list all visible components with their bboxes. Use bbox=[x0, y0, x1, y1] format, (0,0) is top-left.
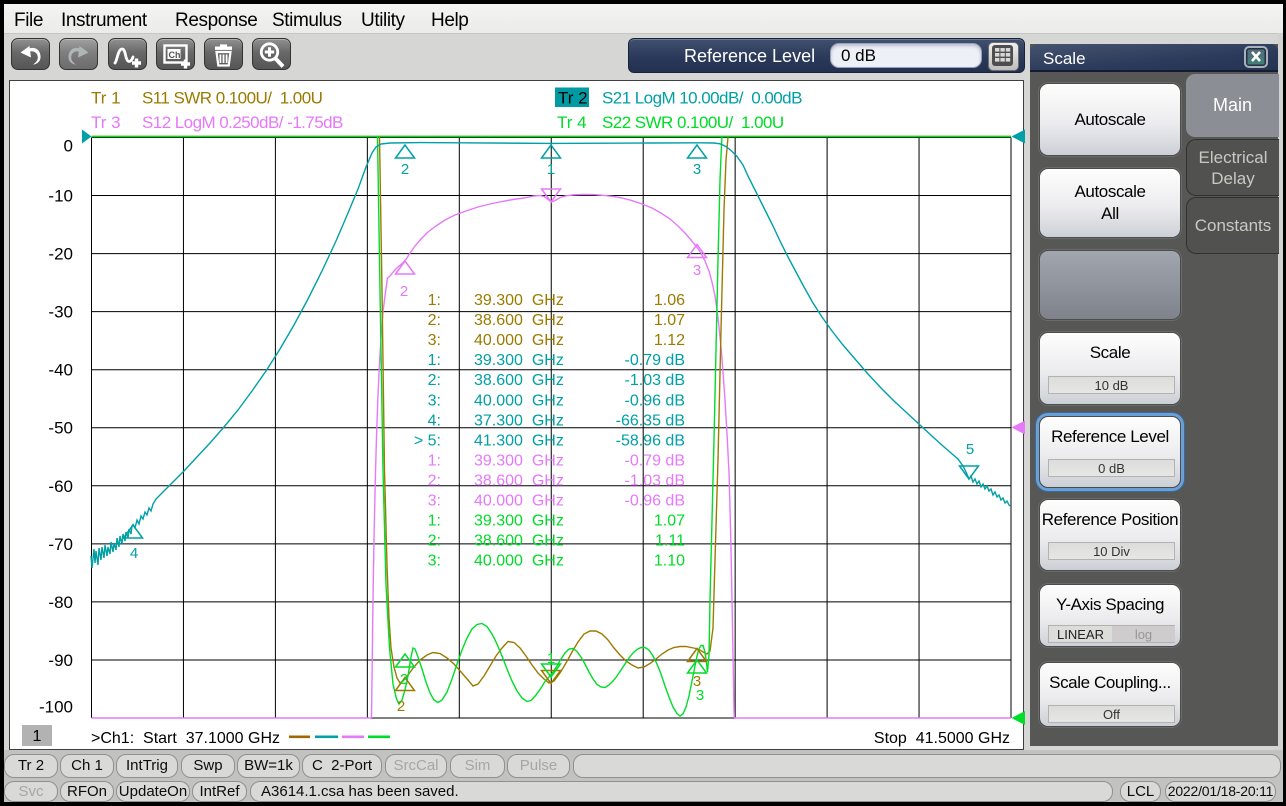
svg-text:37.300 GHz: 37.300 GHz bbox=[474, 412, 564, 429]
svg-text:1: 1 bbox=[547, 161, 555, 178]
svg-text:-40: -40 bbox=[48, 361, 73, 380]
svg-text:3:: 3: bbox=[428, 553, 441, 570]
svg-text:Tr 1: Tr 1 bbox=[91, 89, 121, 108]
svg-text:-100: -100 bbox=[39, 698, 73, 717]
svg-text:3: 3 bbox=[696, 687, 704, 704]
svg-text:2:: 2: bbox=[428, 533, 441, 550]
svg-text:2:: 2: bbox=[428, 372, 441, 389]
svg-text:1:: 1: bbox=[428, 513, 441, 530]
svg-text:38.600 GHz: 38.600 GHz bbox=[474, 473, 564, 490]
svg-text:Tr 4: Tr 4 bbox=[557, 113, 587, 132]
svg-text:2:: 2: bbox=[428, 473, 441, 490]
svg-text:-0.79 dB: -0.79 dB bbox=[625, 452, 685, 469]
svg-text:2: 2 bbox=[400, 283, 408, 300]
svg-text:1.12: 1.12 bbox=[654, 332, 685, 349]
svg-text:3: 3 bbox=[693, 262, 701, 279]
svg-text:0: 0 bbox=[64, 137, 73, 156]
svg-text:3:: 3: bbox=[428, 332, 441, 349]
svg-text:-1.03 dB: -1.03 dB bbox=[625, 473, 685, 490]
svg-text:2:: 2: bbox=[428, 312, 441, 329]
svg-text:-50: -50 bbox=[48, 419, 73, 438]
svg-text:1:: 1: bbox=[428, 352, 441, 369]
svg-text:1.11: 1.11 bbox=[655, 533, 685, 550]
svg-text:> 5:: > 5: bbox=[414, 432, 441, 449]
svg-text:1.07: 1.07 bbox=[654, 513, 685, 530]
svg-text:39.300 GHz: 39.300 GHz bbox=[474, 513, 564, 530]
svg-text:39.300 GHz: 39.300 GHz bbox=[474, 352, 564, 369]
svg-text:39.300 GHz: 39.300 GHz bbox=[474, 452, 564, 469]
svg-text:2: 2 bbox=[397, 698, 405, 715]
svg-text:1: 1 bbox=[33, 728, 42, 745]
svg-text:39.300 GHz: 39.300 GHz bbox=[474, 292, 564, 309]
svg-text:S22 SWR 0.100U/ 1.00U: S22 SWR 0.100U/ 1.00U bbox=[602, 113, 784, 132]
svg-text:4: 4 bbox=[130, 545, 138, 562]
svg-text:-80: -80 bbox=[48, 593, 73, 612]
svg-text:40.000 GHz: 40.000 GHz bbox=[474, 332, 564, 349]
svg-text:38.600 GHz: 38.600 GHz bbox=[474, 372, 564, 389]
svg-text:38.600 GHz: 38.600 GHz bbox=[474, 312, 564, 329]
svg-text:>Ch1: Start 37.1000 GHz: >Ch1: Start 37.1000 GHz bbox=[91, 730, 280, 747]
svg-text:40.000 GHz: 40.000 GHz bbox=[474, 392, 564, 409]
svg-text:3:: 3: bbox=[428, 493, 441, 510]
svg-text:1:: 1: bbox=[428, 292, 441, 309]
svg-text:-58.96 dB: -58.96 dB bbox=[616, 432, 685, 449]
svg-text:S12 LogM 0.250dB/ -1.75dB: S12 LogM 0.250dB/ -1.75dB bbox=[142, 113, 343, 132]
svg-text:3: 3 bbox=[693, 161, 701, 178]
svg-text:-70: -70 bbox=[48, 535, 73, 554]
svg-text:-90: -90 bbox=[48, 651, 73, 670]
svg-text:2: 2 bbox=[401, 161, 409, 178]
svg-text:-66.35 dB: -66.35 dB bbox=[616, 412, 685, 429]
svg-text:4:: 4: bbox=[428, 412, 441, 429]
svg-text:-60: -60 bbox=[48, 477, 73, 496]
svg-text:-20: -20 bbox=[48, 245, 73, 264]
svg-text:-0.96 dB: -0.96 dB bbox=[625, 493, 685, 510]
svg-text:S21 LogM 10.00dB/ 0.00dB: S21 LogM 10.00dB/ 0.00dB bbox=[602, 89, 802, 108]
svg-text:-10: -10 bbox=[48, 187, 73, 206]
svg-text:1.06: 1.06 bbox=[654, 292, 685, 309]
svg-text:38.600 GHz: 38.600 GHz bbox=[474, 533, 564, 550]
svg-text:1.07: 1.07 bbox=[654, 312, 685, 329]
svg-text:Tr 2: Tr 2 bbox=[558, 89, 588, 108]
svg-text:40.000 GHz: 40.000 GHz bbox=[474, 493, 564, 510]
svg-text:40.000 GHz: 40.000 GHz bbox=[474, 553, 564, 570]
svg-text:3:: 3: bbox=[428, 392, 441, 409]
svg-text:-0.79 dB: -0.79 dB bbox=[625, 352, 685, 369]
svg-text:1:: 1: bbox=[428, 452, 441, 469]
svg-text:5: 5 bbox=[966, 441, 974, 458]
svg-text:2: 2 bbox=[400, 671, 408, 688]
svg-text:Tr 3: Tr 3 bbox=[91, 113, 121, 132]
svg-text:S11 SWR 0.100U/ 1.00U: S11 SWR 0.100U/ 1.00U bbox=[142, 89, 322, 108]
svg-text:1.10: 1.10 bbox=[654, 553, 685, 570]
svg-text:-30: -30 bbox=[48, 303, 73, 322]
svg-text:1: 1 bbox=[547, 650, 555, 667]
svg-text:Stop 41.5000 GHz: Stop 41.5000 GHz bbox=[874, 730, 1010, 747]
svg-text:-1.03 dB: -1.03 dB bbox=[625, 372, 685, 389]
svg-text:-0.96 dB: -0.96 dB bbox=[625, 392, 685, 409]
svg-text:41.300 GHz: 41.300 GHz bbox=[474, 432, 564, 449]
